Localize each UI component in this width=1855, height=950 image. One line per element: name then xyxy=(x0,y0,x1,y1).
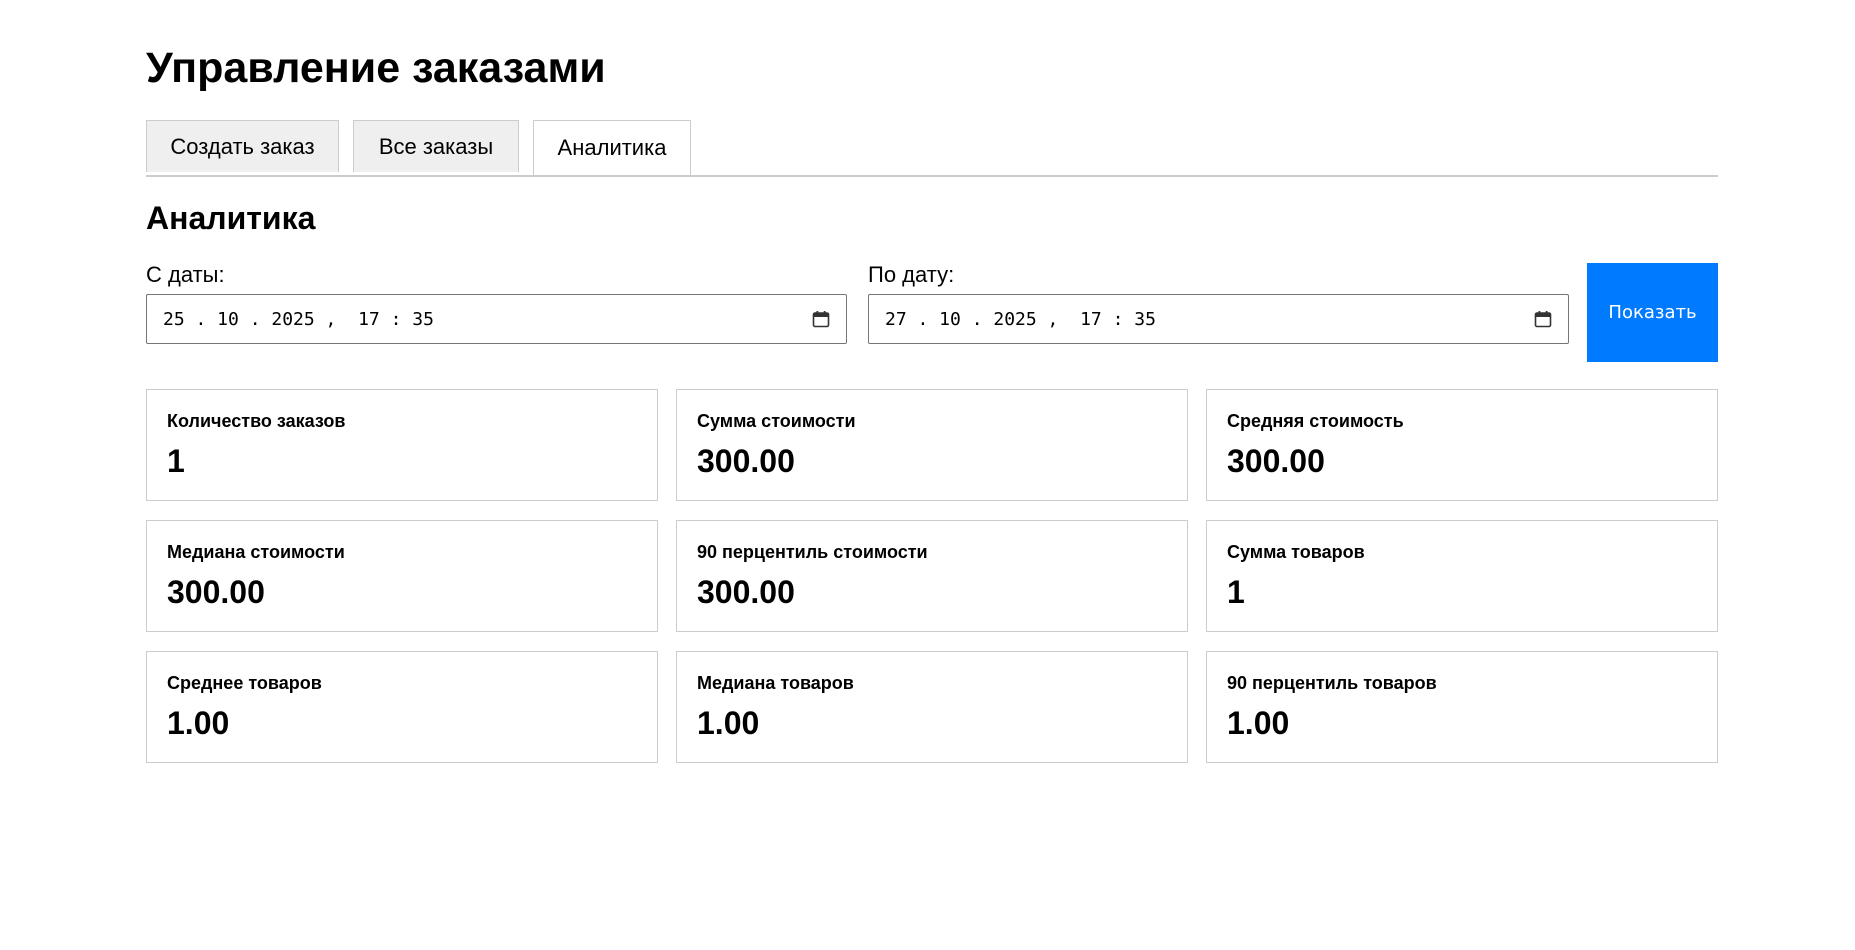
stat-card-value: 1 xyxy=(167,443,185,479)
tab-bar: Создать заказ Все заказы Аналитика xyxy=(146,120,1718,177)
stat-card-label: Медиана стоимости xyxy=(167,542,345,562)
stat-card-items-p90: 90 перцентиль товаров 1.00 xyxy=(1206,651,1718,763)
stat-card-label: Медиана товаров xyxy=(697,673,854,693)
stat-card-value: 1.00 xyxy=(167,705,230,741)
stat-card-value: 300.00 xyxy=(697,443,795,479)
stat-card-value: 1 xyxy=(1227,574,1245,610)
from-date-label: С даты: xyxy=(146,262,225,287)
to-date-value: 27 . 10 . 2025 , 17 : 35 xyxy=(885,308,1156,330)
to-date-input[interactable]: 27 . 10 . 2025 , 17 : 35 xyxy=(868,294,1569,344)
stat-card-cost-median: Медиана стоимости 300.00 xyxy=(146,520,658,632)
stat-card-label: Количество заказов xyxy=(167,411,346,431)
stat-card-value: 300.00 xyxy=(1227,443,1325,479)
to-date-label: По дату: xyxy=(868,262,955,287)
stat-card-order-count: Количество заказов 1 xyxy=(146,389,658,501)
stat-card-items-sum: Сумма товаров 1 xyxy=(1206,520,1718,632)
stat-card-cost-sum: Сумма стоимости 300.00 xyxy=(676,389,1188,501)
stat-card-items-median: Медиана товаров 1.00 xyxy=(676,651,1188,763)
stat-card-label: Средняя стоимость xyxy=(1227,411,1404,431)
calendar-icon[interactable] xyxy=(1534,310,1552,328)
stat-card-value: 300.00 xyxy=(697,574,795,610)
stat-card-label: Сумма стоимости xyxy=(697,411,856,431)
stat-card-value: 1.00 xyxy=(1227,705,1290,741)
calendar-icon[interactable] xyxy=(812,310,830,328)
stat-card-value: 1.00 xyxy=(697,705,760,741)
from-date-value: 25 . 10 . 2025 , 17 : 35 xyxy=(163,308,434,330)
stat-card-cost-average: Средняя стоимость 300.00 xyxy=(1206,389,1718,501)
from-date-input[interactable]: 25 . 10 . 2025 , 17 : 35 xyxy=(146,294,847,344)
stat-card-cost-p90: 90 перцентиль стоимости 300.00 xyxy=(676,520,1188,632)
stat-card-label: 90 перцентиль стоимости xyxy=(697,542,928,562)
show-button[interactable]: Показать xyxy=(1587,263,1718,362)
stat-card-label: Среднее товаров xyxy=(167,673,322,693)
stat-card-value: 300.00 xyxy=(167,574,265,610)
tab-analytics[interactable]: Аналитика xyxy=(533,120,691,175)
section-title: Аналитика xyxy=(146,200,316,236)
page-title: Управление заказами xyxy=(146,44,606,92)
tab-all-orders[interactable]: Все заказы xyxy=(353,120,519,172)
stat-card-items-average: Среднее товаров 1.00 xyxy=(146,651,658,763)
stat-card-label: Сумма товаров xyxy=(1227,542,1365,562)
tab-create-order[interactable]: Создать заказ xyxy=(146,120,339,172)
stat-card-label: 90 перцентиль товаров xyxy=(1227,673,1437,693)
